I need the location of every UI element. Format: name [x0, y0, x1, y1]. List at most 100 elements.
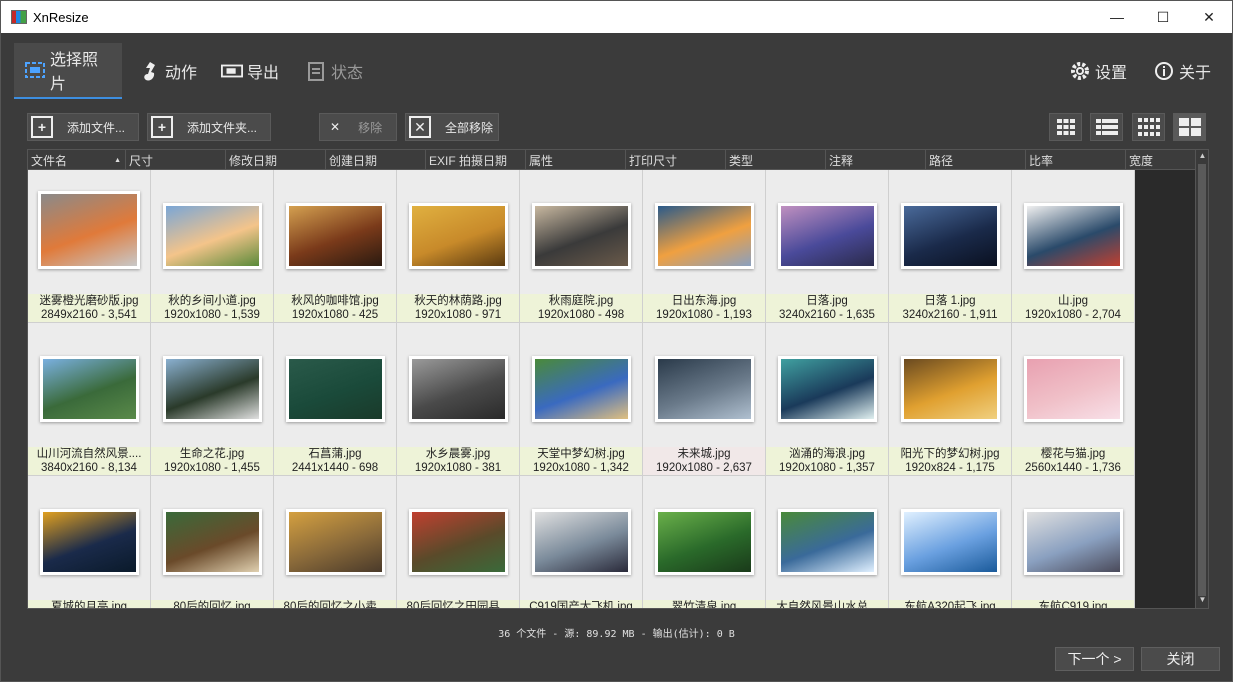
file-name: 80后的回忆之小卖...	[283, 601, 387, 609]
thumbnail-item[interactable]: 未来城.jpg 1920x1080 - 2,637	[643, 323, 766, 476]
tab-label: 导出	[247, 65, 280, 82]
thumbnail-image	[1024, 356, 1123, 422]
scroll-up-icon[interactable]: ▲	[1197, 151, 1208, 163]
thumbnail-item[interactable]: 秋的乡间小道.jpg 1920x1080 - 1,539	[151, 170, 274, 323]
thumbnail-image	[163, 203, 262, 269]
thumbnail-item[interactable]: 生命之花.jpg 1920x1080 - 1,455	[151, 323, 274, 476]
file-name: 天堂中梦幻树.jpg	[537, 448, 625, 460]
thumbnail-caption: 秋风的咖啡馆.jpg 1920x1080 - 425	[274, 294, 396, 322]
scroll-down-icon[interactable]: ▼	[1197, 595, 1208, 607]
view-list-button[interactable]	[1090, 113, 1123, 141]
thumbnail-item[interactable]: 汹涌的海浪.jpg 1920x1080 - 1,357	[766, 323, 889, 476]
file-name: 日落 1.jpg	[924, 295, 976, 307]
thumbnail-item[interactable]: 东航A320起飞.jpg	[889, 476, 1012, 609]
column-header[interactable]: 注释	[826, 150, 926, 170]
thumbnail-item[interactable]: 秋天的林荫路.jpg 1920x1080 - 971	[397, 170, 520, 323]
vertical-scrollbar[interactable]: ▲ ▼	[1195, 150, 1208, 608]
thumbnail-caption: 80后的回忆.jpg	[151, 600, 273, 609]
file-info: 1920x1080 - 1,539	[164, 309, 260, 321]
remove-button[interactable]: ✕ 移除	[319, 113, 397, 141]
thumbnail-item[interactable]: 大自然风景山水总...	[766, 476, 889, 608]
file-name: 水乡晨雾.jpg	[425, 448, 491, 460]
thumbnail-image	[778, 509, 877, 575]
close-button[interactable]: 关闭	[1141, 647, 1220, 671]
thumbnail-item[interactable]: 阳光下的梦幻树.jpg 1920x824 - 1,175	[889, 323, 1012, 476]
add-file-icon: +	[31, 116, 53, 138]
thumbnail-item[interactable]: 80后回忆之田园县...	[397, 476, 520, 609]
thumbnail-caption: 水乡晨雾.jpg 1920x1080 - 381	[397, 447, 519, 475]
column-header[interactable]: 类型	[726, 150, 826, 170]
thumbnail-item[interactable]: 山川河流自然风景.... 3840x2160 - 8,134	[28, 323, 151, 476]
settings-button[interactable]: 设置	[1069, 43, 1127, 99]
add-files-button[interactable]: + 添加文件...	[27, 113, 139, 141]
info-icon	[1153, 60, 1175, 82]
column-header[interactable]: 尺寸	[126, 150, 226, 170]
file-grid: 文件名 ▲ 尺寸 修改日期 创建日期 EXIF 拍摄日期 属性 打印尺寸 类型 注释 路径 比率 宽度 …	[27, 149, 1209, 609]
gear-icon	[1069, 60, 1091, 82]
column-header[interactable]: 比率	[1026, 150, 1126, 170]
file-name: 东航A320起飞.jpg	[904, 601, 996, 609]
file-name: 80后回忆之田园县...	[406, 601, 510, 609]
file-name: 未来城.jpg	[677, 448, 731, 460]
thumbnail-item[interactable]: 80后的回忆.jpg	[151, 476, 274, 609]
next-button[interactable]: 下一个 >	[1055, 647, 1134, 671]
column-header[interactable]: 文件名 ▲	[28, 150, 126, 170]
thumbnail-item[interactable]: 秋风的咖啡馆.jpg 1920x1080 - 425	[274, 170, 397, 323]
file-info: 1920x1080 - 425	[291, 309, 379, 321]
file-name: C919国产大飞机.jpg	[529, 601, 633, 609]
about-button[interactable]: 关于	[1153, 43, 1211, 99]
thumbnail-item[interactable]: 天堂中梦幻树.jpg 1920x1080 - 1,342	[520, 323, 643, 476]
thumbnail-item[interactable]: C919国产大飞机.jpg	[520, 476, 643, 609]
minimize-button[interactable]: —	[1094, 1, 1140, 33]
view-thumbs-button[interactable]	[1132, 113, 1165, 141]
column-header[interactable]: 宽度	[1126, 150, 1196, 170]
app-window: XnResize — ☐ ✕ 选择照片 动作 导出 状态 设置 关于 + 添加文…	[0, 0, 1233, 682]
thumbnail-image	[286, 203, 385, 269]
thumbnail-item[interactable]: 秋雨庭院.jpg 1920x1080 - 498	[520, 170, 643, 323]
thumbnail-item[interactable]: 日落.jpg 3240x2160 - 1,635	[766, 170, 889, 323]
thumbnail-item[interactable]: 樱花与猫.jpg 2560x1440 - 1,736	[1012, 323, 1135, 476]
tab-select-photos[interactable]: 选择照片	[14, 43, 122, 99]
thumbnail-caption: 80后的回忆之小卖...	[274, 600, 396, 609]
thumbnail-item[interactable]: 水乡晨雾.jpg 1920x1080 - 381	[397, 323, 520, 476]
thumbnail-item[interactable]: 日落 1.jpg 3240x2160 - 1,911	[889, 170, 1012, 323]
tab-actions[interactable]: 动作	[139, 43, 197, 99]
thumbnail-caption: 汹涌的海浪.jpg 1920x1080 - 1,357	[766, 447, 888, 475]
status-bar-text: 36 个文件 - 源: 89.92 MB - 输出(估计): 0 B	[498, 629, 735, 640]
remove-all-button[interactable]: ✕ 全部移除	[405, 113, 499, 141]
thumbnail-item[interactable]: 迷雾橙光磨砂版.jpg 2849x2160 - 3,541	[28, 170, 151, 323]
file-name: 80后的回忆.jpg	[173, 601, 251, 609]
view-large-button[interactable]	[1173, 113, 1206, 141]
column-header[interactable]: 路径	[926, 150, 1026, 170]
file-info: 1920x1080 - 2,637	[656, 462, 752, 474]
maximize-button[interactable]: ☐	[1140, 1, 1186, 33]
thumbnail-item[interactable]: 翠竹清泉.jpg	[643, 476, 766, 608]
thumbnail-item[interactable]: 日出东海.jpg 1920x1080 - 1,193	[643, 170, 766, 323]
column-header[interactable]: 创建日期	[326, 150, 426, 170]
scrollbar-thumb[interactable]	[1198, 164, 1206, 596]
thumbnail-image	[163, 509, 262, 575]
column-header[interactable]: 属性	[526, 150, 626, 170]
file-info: 1920x1080 - 1,193	[656, 309, 752, 321]
thumbnail-item[interactable]: 山.jpg 1920x1080 - 2,704	[1012, 170, 1135, 323]
column-header[interactable]: 打印尺寸	[626, 150, 726, 170]
file-name: 秋风的咖啡馆.jpg	[291, 295, 379, 307]
add-folder-button[interactable]: + 添加文件夹...	[147, 113, 271, 141]
thumbnail-item[interactable]: 石菖蒲.jpg 2441x1440 - 698	[274, 323, 397, 476]
file-info: 1920x1080 - 1,455	[164, 462, 260, 474]
close-window-button[interactable]: ✕	[1186, 1, 1232, 33]
actions-icon	[139, 60, 161, 82]
thumbnail-item[interactable]: 80后的回忆之小卖...	[274, 476, 397, 609]
file-name: 山川河流自然风景....	[36, 448, 142, 460]
tab-status[interactable]: 状态	[305, 43, 363, 99]
thumbnail-caption: 迷雾橙光磨砂版.jpg 2849x2160 - 3,541	[28, 294, 150, 322]
thumbnail-item[interactable]: 东航C919.jpg	[1012, 476, 1135, 608]
thumbnail-item[interactable]: 夏城的月亮.jpg	[28, 476, 151, 608]
file-name: 迷雾橙光磨砂版.jpg	[39, 295, 139, 307]
file-info: 3840x2160 - 8,134	[41, 462, 137, 474]
column-header[interactable]: EXIF 拍摄日期	[426, 150, 526, 170]
view-grid-small-button[interactable]	[1049, 113, 1082, 141]
thumbnail-caption: 日落 1.jpg 3240x2160 - 1,911	[889, 294, 1011, 322]
column-header[interactable]: 修改日期	[226, 150, 326, 170]
tab-export[interactable]: 导出	[221, 43, 279, 99]
